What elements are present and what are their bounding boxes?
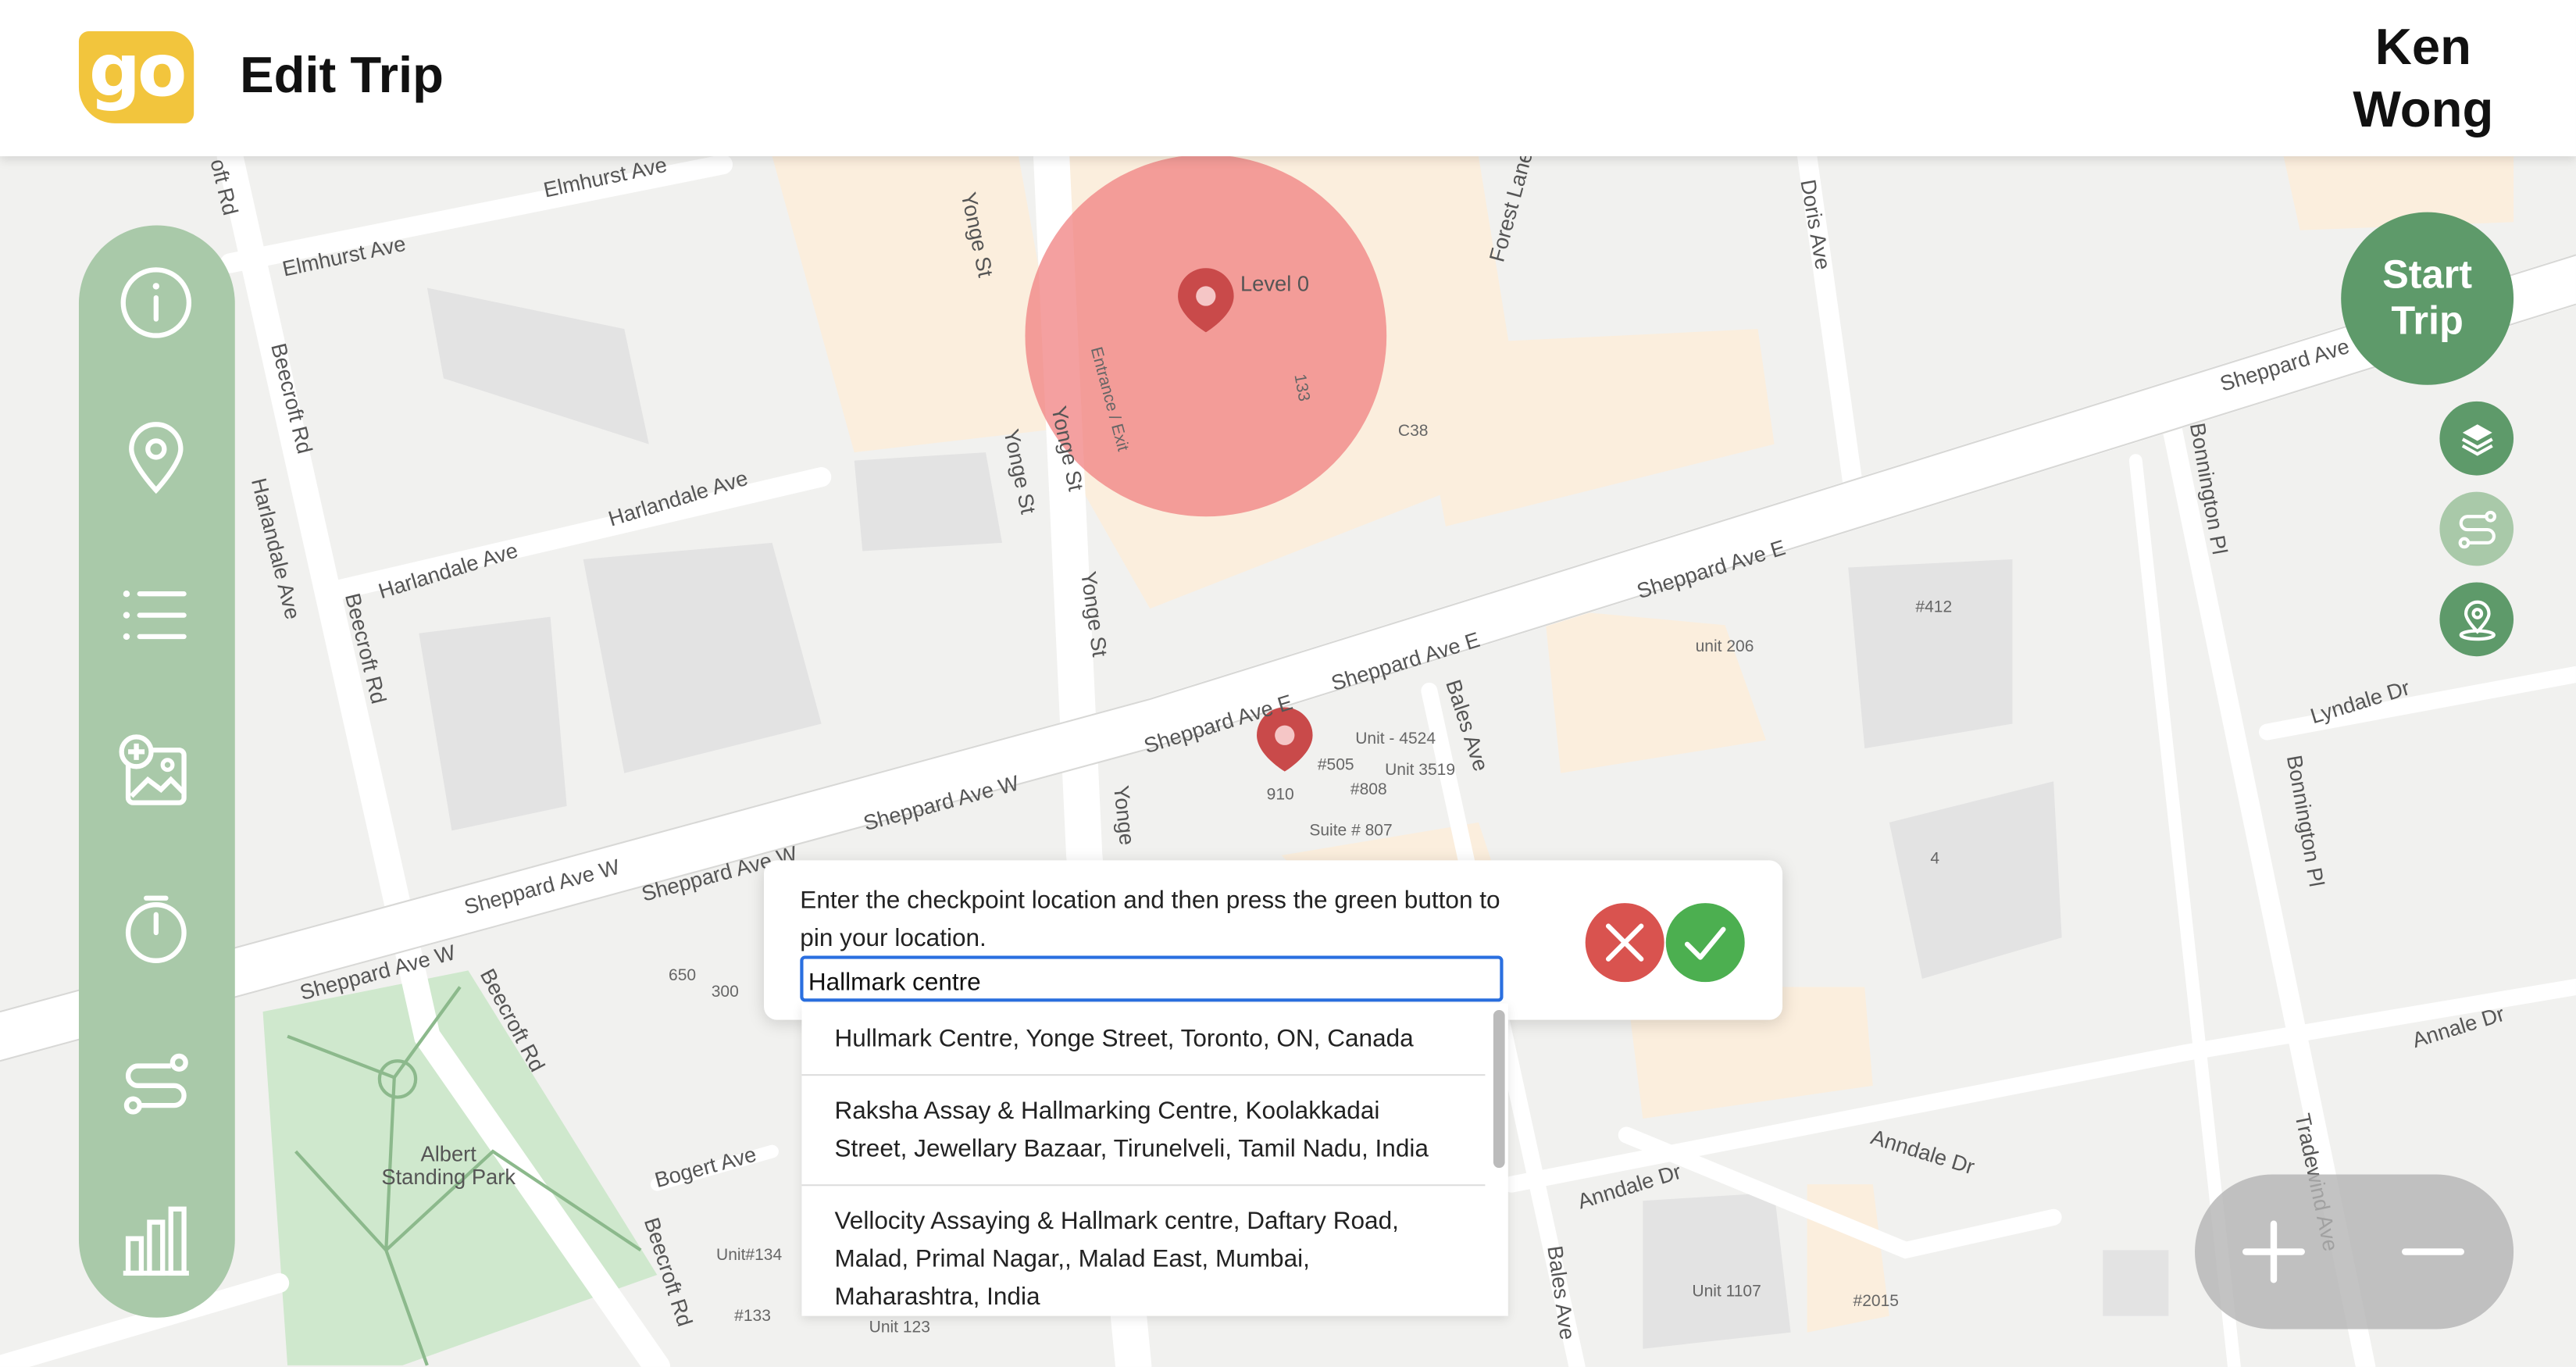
park-name-line2: Standing Park (381, 1165, 516, 1189)
poi-label: unit 206 (1696, 637, 1754, 655)
checkpoint-prompt: Enter the checkpoint location and then p… (800, 887, 1500, 953)
suggestion-list: Hullmark Centre, Yonge Street, Toronto, … (801, 1003, 1508, 1316)
location-pin-icon[interactable] (115, 418, 197, 500)
minus-icon[interactable] (2392, 1211, 2474, 1293)
route-icon[interactable] (115, 1043, 197, 1125)
poi-label: Unit#134 (716, 1246, 782, 1264)
person-pin-button[interactable] (2439, 582, 2514, 657)
app-header: go Edit Trip Ken Wong (0, 0, 2576, 157)
person-pin-icon (2458, 599, 2495, 641)
confirm-button[interactable] (1665, 903, 1745, 983)
info-icon[interactable] (115, 262, 197, 344)
suggestion-item[interactable]: Vellocity Assaying & Hallmark centre, Da… (801, 1186, 1485, 1315)
suggestion-item[interactable]: Raksha Assay & Hallmarking Centre, Koola… (801, 1076, 1486, 1187)
start-trip-label-2: Trip (2391, 298, 2464, 344)
poi-label: 4 (1930, 850, 1939, 868)
poi-label: Suite # 807 (1309, 822, 1392, 840)
route-icon (2457, 509, 2496, 548)
poi-label: Unit 123 (869, 1319, 930, 1337)
poi-label: 300 (712, 983, 739, 1001)
user-name[interactable]: Ken Wong (2333, 16, 2514, 141)
poi-label: Unit 1107 (1692, 1282, 1761, 1300)
poi-label: Unit - 4524 (1355, 730, 1436, 748)
poi-label: Unit 3519 (1385, 761, 1455, 779)
user-first-name: Ken (2374, 18, 2471, 76)
page-title: Edit Trip (240, 45, 444, 104)
poi-label: 650 (669, 966, 696, 984)
poi-label: C38 (1398, 422, 1429, 440)
poi-label: #2015 (1854, 1292, 1899, 1310)
user-last-name: Wong (2353, 80, 2494, 138)
sidebar (78, 225, 235, 1318)
poi-label: 910 (1267, 785, 1294, 803)
bar-chart-icon[interactable] (115, 1199, 197, 1281)
close-icon (1605, 923, 1644, 962)
add-image-icon[interactable] (115, 730, 197, 812)
park-name: Albert (421, 1142, 477, 1166)
checkpoint-dialog: Enter the checkpoint location and then p… (764, 860, 1783, 1020)
poi-label: #412 (1915, 598, 1952, 616)
poi-label: #505 (1318, 756, 1354, 774)
check-icon (1684, 926, 1726, 960)
poi-label: #808 (1350, 780, 1387, 798)
app-logo[interactable]: go (78, 29, 194, 123)
logo-text: go (88, 29, 187, 114)
timer-icon[interactable] (115, 887, 197, 969)
zoom-control (2195, 1174, 2514, 1330)
scrollbar[interactable] (1493, 1009, 1505, 1169)
marker-label: Level 0 (1240, 272, 1309, 296)
plus-icon[interactable] (2232, 1211, 2314, 1293)
start-trip-button[interactable]: Start Trip (2341, 212, 2514, 385)
suggestion-item[interactable]: Hullmark Centre, Yonge Street, Toronto, … (801, 1004, 1486, 1076)
poi-label: #133 (734, 1307, 771, 1325)
checkpoint-location-input[interactable] (800, 955, 1504, 1002)
cancel-button[interactable] (1585, 903, 1664, 983)
list-icon[interactable] (115, 574, 197, 656)
route-button[interactable] (2439, 491, 2514, 566)
layers-icon (2460, 423, 2492, 455)
start-trip-label-1: Start (2382, 252, 2473, 298)
layers-button[interactable] (2439, 401, 2514, 476)
